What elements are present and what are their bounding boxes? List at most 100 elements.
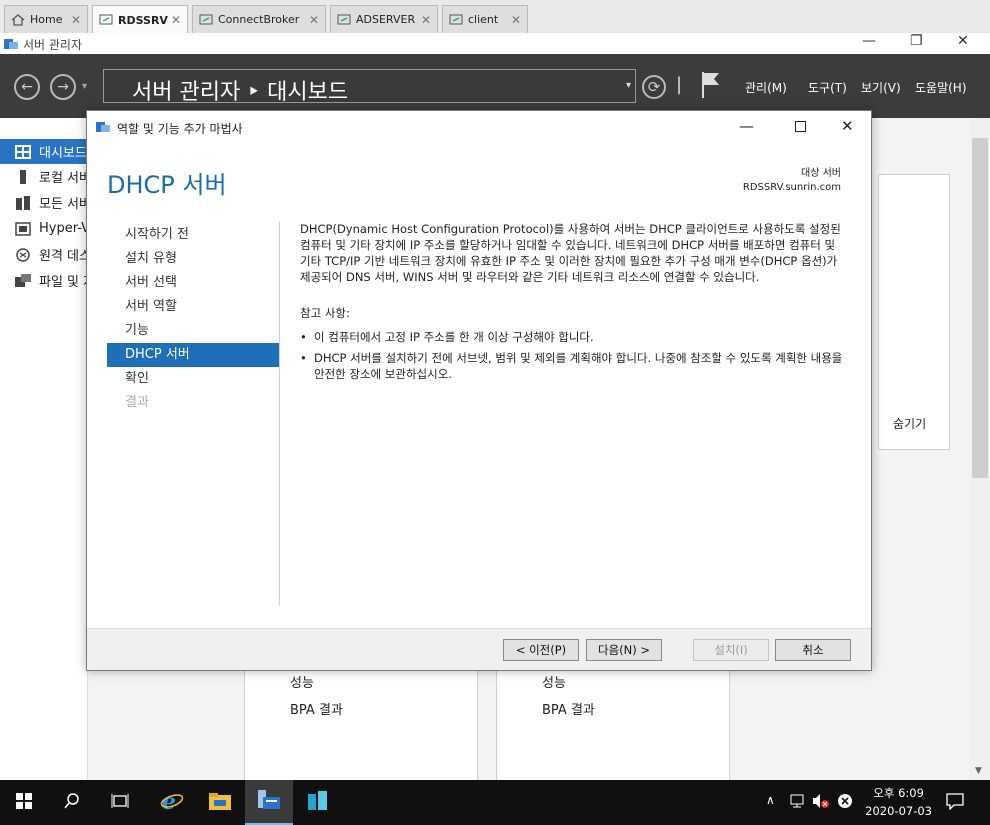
internet-explorer-icon: e (160, 789, 184, 816)
svg-text:e: e (162, 790, 176, 812)
step-before-you-begin[interactable]: 시작하기 전 (107, 223, 279, 247)
history-dropdown-icon[interactable]: ▾ (82, 81, 87, 92)
vm-tab-home[interactable]: Home ✕ (4, 5, 88, 33)
note-item: • 이 컴퓨터에서 고정 IP 주소를 한 개 이상 구성해야 합니다. (300, 329, 845, 345)
wizard-heading: DHCP 서버 (107, 171, 227, 199)
action-center-icon[interactable] (946, 792, 964, 813)
forward-arrow-icon: → (57, 79, 69, 95)
add-roles-wizard-dialog: 역할 및 기능 추가 마법사 — ✕ DHCP 서버 대상 서버 RDSSRV.… (86, 110, 872, 671)
menu-tools[interactable]: 도구(T) (808, 79, 847, 96)
clock-time: 오후 6:09 (873, 786, 924, 800)
hyperv-icon (15, 221, 31, 236)
forward-button[interactable]: → (50, 74, 76, 100)
refresh-button[interactable]: ⟳ (642, 75, 666, 99)
sidebar-item-local-server[interactable]: 로컬 서버 (0, 164, 88, 189)
close-icon[interactable]: ✕ (71, 13, 81, 27)
note-item: • DHCP 서버를 설치하기 전에 서브넷, 범위 및 제외를 계획해야 합니… (300, 350, 845, 382)
sidebar-item-label: Hyper-V (39, 221, 88, 236)
step-features[interactable]: 기능 (107, 319, 279, 343)
taskbar-app[interactable] (294, 780, 342, 825)
wizard-minimize-button[interactable]: — (739, 117, 754, 135)
step-server-selection[interactable]: 서버 선택 (107, 271, 279, 295)
tile-performance[interactable]: 성능 (290, 672, 314, 691)
close-icon[interactable]: ✕ (171, 13, 181, 27)
next-button[interactable]: 다음(N) > (586, 639, 662, 661)
cancel-button[interactable]: 취소 (775, 639, 851, 661)
volume-muted-icon[interactable] (812, 793, 830, 812)
step-installation-type[interactable]: 설치 유형 (107, 247, 279, 271)
step-results: 결과 (125, 395, 149, 410)
remote-desktop-icon (15, 247, 31, 262)
sidebar-item-label: 로컬 서버 (39, 171, 88, 186)
menu-manage[interactable]: 관리(M) (745, 79, 787, 96)
sidebar-item-remote-desktop[interactable]: 원격 데스크톱 서비스 (0, 242, 88, 267)
install-button[interactable]: 설치(I) (693, 639, 769, 661)
divider (279, 221, 280, 606)
bullet-icon: • (300, 330, 307, 344)
bullet-icon: • (300, 351, 307, 365)
tile-bpa-results[interactable]: BPA 결과 (290, 699, 343, 718)
step-dhcp-server[interactable]: DHCP 서버 (107, 343, 279, 367)
sidebar-item-file-storage[interactable]: 파일 및 저장소 서비스 (0, 268, 88, 293)
search-icon (64, 792, 80, 813)
vm-tab-client[interactable]: client ✕ (442, 5, 528, 33)
menu-help[interactable]: 도움말(H) (915, 79, 967, 96)
taskbar: e ∧ 오후 6:09 2020-07-03 (0, 780, 990, 825)
sidebar-item-all-servers[interactable]: 모든 서버 (0, 190, 88, 215)
taskbar-file-explorer[interactable] (196, 780, 244, 825)
sidebar-item-hyperv[interactable]: Hyper-V (0, 216, 88, 241)
tile-performance[interactable]: 성능 (542, 672, 566, 691)
server-manager-icon (256, 788, 282, 816)
close-icon[interactable]: ✕ (511, 13, 521, 27)
start-button[interactable] (0, 780, 48, 825)
target-server-name: RDSSRV.sunrin.com (742, 182, 841, 193)
vm-tab-adserver[interactable]: ADSERVER ✕ (330, 5, 438, 33)
vm-icon (99, 14, 113, 26)
chevron-down-icon[interactable]: ▾ (626, 80, 631, 91)
restore-button[interactable]: ❐ (910, 33, 923, 49)
app-titlebar: 서버 관리자 — ❐ ✕ (0, 33, 990, 54)
tile-bpa-results[interactable]: BPA 결과 (542, 699, 595, 718)
clock-date: 2020-07-03 (865, 804, 932, 818)
step-confirmation[interactable]: 확인 (107, 367, 279, 391)
sidebar-item-dashboard[interactable]: 대시보드 (0, 139, 88, 164)
separator: | (676, 74, 683, 95)
close-icon[interactable]: ✕ (309, 13, 319, 27)
step-server-roles[interactable]: 서버 역할 (107, 295, 279, 319)
server-stack-icon (306, 790, 330, 816)
sidebar-item-label: 대시보드 (39, 146, 87, 161)
notification-error-icon[interactable] (837, 793, 853, 812)
menu-view[interactable]: 보기(V) (861, 79, 901, 96)
app-title: 서버 관리자 (23, 38, 83, 52)
task-view-button[interactable] (96, 780, 144, 825)
vm-tab-label: RDSSRV (118, 13, 168, 27)
breadcrumb-text: 서버 관리자 ‣ 대시보드 (132, 80, 349, 105)
notifications-flag-icon[interactable] (700, 70, 722, 103)
minimize-button[interactable]: — (862, 33, 876, 49)
vm-icon (449, 14, 463, 26)
taskbar-internet-explorer[interactable]: e (148, 780, 196, 825)
app-close-button[interactable]: ✕ (957, 33, 969, 49)
close-icon[interactable]: ✕ (421, 13, 431, 27)
target-server-label: 대상 서버 (801, 168, 841, 179)
wizard-close-button[interactable]: ✕ (841, 117, 854, 135)
windows-logo-icon (16, 792, 32, 813)
scroll-down-icon[interactable]: ▼ (975, 766, 982, 776)
back-button[interactable]: ← (14, 74, 40, 100)
taskbar-server-manager[interactable] (245, 780, 293, 825)
previous-button[interactable]: < 이전(P) (503, 639, 579, 661)
sidebar-item-label: 모든 서버 (39, 197, 88, 212)
show-hidden-icons-chevron[interactable]: ∧ (766, 793, 775, 807)
search-button[interactable] (48, 780, 96, 825)
vm-tab-connectbroker[interactable]: ConnectBroker ✕ (192, 5, 326, 33)
wizard-footer: < 이전(P) 다음(N) > 설치(I) 취소 (87, 628, 871, 670)
network-icon[interactable] (789, 792, 807, 813)
server-manager-icon (3, 36, 19, 53)
vertical-scrollbar[interactable]: ▼ (970, 118, 990, 780)
hide-link[interactable]: 숨기기 (893, 415, 926, 432)
taskbar-clock[interactable]: 오후 6:09 2020-07-03 (865, 784, 932, 820)
breadcrumb: 서버 관리자 ‣ 대시보드 ▾ (103, 69, 636, 105)
wizard-maximize-button[interactable] (795, 121, 806, 132)
scrollbar-thumb[interactable] (972, 138, 988, 478)
vm-tab-rdssrv[interactable]: RDSSRV ✕ (92, 5, 188, 34)
